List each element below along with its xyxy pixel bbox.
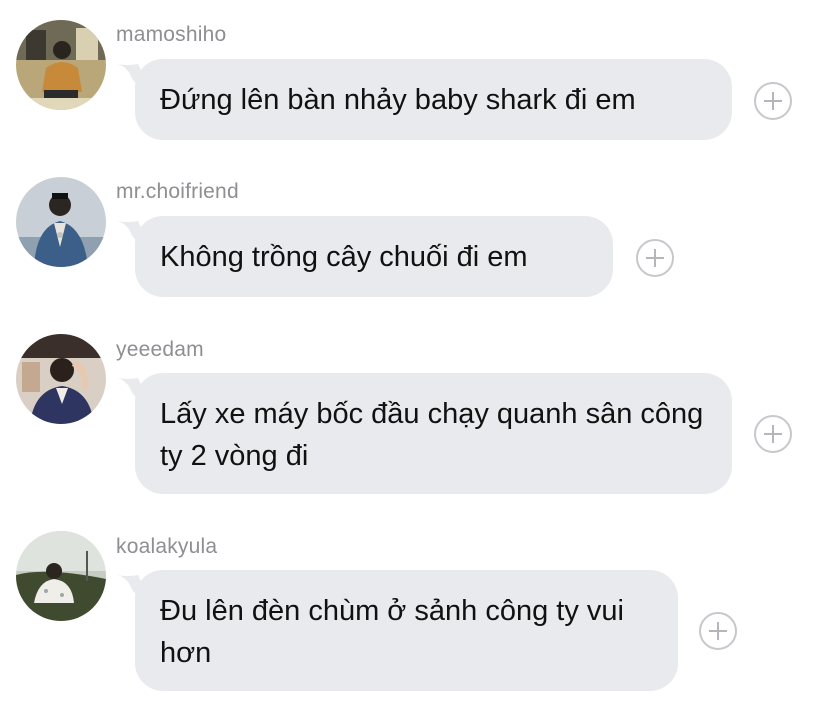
add-reaction-button[interactable] — [754, 415, 792, 453]
avatar[interactable] — [16, 177, 106, 267]
message-bubble[interactable]: Không trồng cây chuối đi em — [135, 216, 613, 297]
username[interactable]: yeeedam — [116, 338, 204, 362]
message-bubble[interactable]: Đứng lên bàn nhảy baby shark đi em — [135, 59, 732, 140]
username[interactable]: mamoshiho — [116, 23, 226, 47]
avatar[interactable] — [16, 20, 106, 110]
avatar-image — [16, 531, 106, 621]
add-reaction-button[interactable] — [636, 239, 674, 277]
avatar-image — [16, 334, 106, 424]
add-reaction-button[interactable] — [754, 82, 792, 120]
message-bubble[interactable]: Lấy xe máy bốc đầu chạy quanh sân công t… — [135, 373, 732, 494]
username[interactable]: mr.choifriend — [116, 180, 239, 204]
avatar-image — [16, 20, 106, 110]
avatar[interactable] — [16, 531, 106, 621]
message-bubble[interactable]: Đu lên đèn chùm ở sảnh công ty vui hơn — [135, 570, 678, 691]
avatar[interactable] — [16, 334, 106, 424]
username[interactable]: koalakyula — [116, 535, 217, 559]
add-reaction-button[interactable] — [699, 612, 737, 650]
avatar-image — [16, 177, 106, 267]
